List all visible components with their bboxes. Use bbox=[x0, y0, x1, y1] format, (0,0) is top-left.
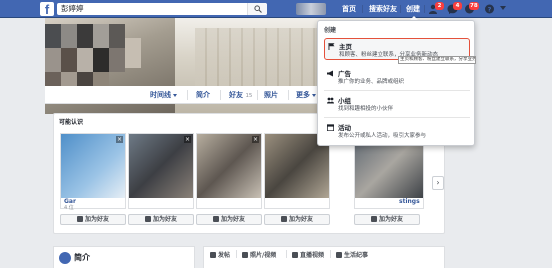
create-ad-item[interactable]: 广告 推广你的业务、品牌或组织 bbox=[324, 66, 470, 88]
calendar-icon bbox=[327, 124, 334, 131]
create-page-tooltip: 主页和顾客、粉丝建立联系，分享业务新动态 bbox=[398, 56, 476, 64]
video-icon bbox=[292, 252, 298, 258]
create-ad-desc: 推广你的业务、品牌或组织 bbox=[338, 79, 405, 85]
add-friend-button[interactable]: 加为好友 bbox=[128, 214, 194, 225]
add-friend-button[interactable]: 加为好友 bbox=[196, 214, 262, 225]
search-icon bbox=[254, 5, 262, 13]
nav-divider bbox=[424, 5, 425, 13]
pymk-photo[interactable] bbox=[129, 134, 193, 198]
flag-icon bbox=[336, 252, 342, 258]
help-icon[interactable]: ? bbox=[484, 4, 495, 14]
add-friend-icon bbox=[280, 216, 287, 222]
friend-requests-badge: 2 bbox=[435, 2, 444, 10]
create-event-desc: 发布公开或私人活动，吸引大家参与 bbox=[338, 133, 427, 139]
group-icon bbox=[327, 97, 334, 104]
post-composer: 发帖 照片/视频 直播视频 生活纪事 bbox=[203, 246, 445, 268]
create-menu-header: 创建 bbox=[324, 27, 337, 34]
create-group-item[interactable]: 小组 找到和趣相投的小伙伴 bbox=[324, 93, 470, 115]
flag-icon bbox=[328, 43, 335, 50]
pymk-next-chevron-right-icon[interactable]: › bbox=[432, 176, 444, 190]
nav-find-friends[interactable]: 搜索好友 bbox=[369, 0, 397, 18]
pencil-icon bbox=[210, 252, 216, 258]
add-friend-button[interactable]: 加为好友 bbox=[354, 214, 420, 225]
pymk-card[interactable]: × bbox=[196, 133, 262, 209]
tab-friends[interactable]: 好友 15 bbox=[229, 86, 252, 104]
composer-photo-tab[interactable]: 照片/视频 bbox=[242, 250, 276, 259]
add-friend-icon bbox=[370, 216, 377, 222]
close-icon[interactable]: × bbox=[116, 136, 123, 143]
tab-more[interactable]: 更多 bbox=[296, 86, 316, 104]
create-group-desc: 找到和趣相投的小伙伴 bbox=[338, 106, 394, 112]
nav-divider bbox=[400, 5, 401, 13]
create-event-item[interactable]: 活动 发布公开或私人活动，吸引大家参与 bbox=[324, 120, 470, 142]
add-friend-button[interactable]: 加为好友 bbox=[60, 214, 126, 225]
facebook-logo[interactable]: f bbox=[40, 2, 54, 17]
composer-live-tab[interactable]: 直播视频 bbox=[292, 250, 324, 259]
nav-divider bbox=[362, 5, 363, 13]
messages-badge: 4 bbox=[453, 2, 462, 10]
top-navigation-bar: f 彭婷婷 首页 搜索好友 创建 2 4 78 ? bbox=[0, 0, 552, 18]
add-friend-icon bbox=[144, 216, 151, 222]
add-friend-icon bbox=[212, 216, 219, 222]
create-menu: 创建 主页 和顾客、粉丝建立联系，分享业务新动态 广告 推广你的业务、品牌或组织… bbox=[317, 20, 475, 146]
search-box[interactable]: 彭婷婷 bbox=[57, 3, 267, 15]
intro-card: 简介 bbox=[53, 246, 195, 268]
composer-post-tab[interactable]: 发帖 bbox=[210, 250, 230, 259]
notifications-badge: 78 bbox=[469, 2, 479, 10]
close-icon[interactable]: × bbox=[252, 136, 259, 143]
camera-icon bbox=[242, 252, 248, 258]
pymk-card[interactable]: × bbox=[128, 133, 194, 209]
close-icon[interactable]: × bbox=[184, 136, 191, 143]
tab-about[interactable]: 简介 bbox=[196, 86, 210, 104]
account-menu-chevron-down-icon[interactable] bbox=[500, 6, 506, 11]
intro-title: 简介 bbox=[74, 253, 90, 262]
svg-text:?: ? bbox=[488, 6, 492, 14]
add-friend-button[interactable]: 加为好友 bbox=[264, 214, 330, 225]
tab-timeline[interactable]: 时间线 bbox=[150, 86, 177, 104]
pymk-card[interactable]: × Gar 4 位 bbox=[60, 133, 126, 211]
megaphone-icon bbox=[327, 70, 333, 77]
composer-life-event-tab[interactable]: 生活纪事 bbox=[336, 250, 368, 259]
tab-photos[interactable]: 照片 bbox=[264, 86, 278, 104]
menu-divider bbox=[324, 90, 470, 91]
pymk-mutual: 4 位 bbox=[64, 205, 74, 211]
pymk-title: 可能认识 bbox=[59, 119, 84, 126]
pymk-photo[interactable] bbox=[197, 134, 261, 198]
pymk-photo[interactable] bbox=[61, 134, 125, 198]
menu-divider bbox=[324, 117, 470, 118]
profile-shortcut-avatar[interactable] bbox=[296, 3, 326, 15]
search-button[interactable] bbox=[247, 3, 267, 15]
pymk-name[interactable]: stings bbox=[399, 198, 420, 205]
search-input[interactable]: 彭婷婷 bbox=[61, 3, 84, 15]
add-friend-icon bbox=[76, 216, 83, 222]
nav-home[interactable]: 首页 bbox=[342, 0, 356, 18]
globe-icon bbox=[59, 252, 71, 264]
